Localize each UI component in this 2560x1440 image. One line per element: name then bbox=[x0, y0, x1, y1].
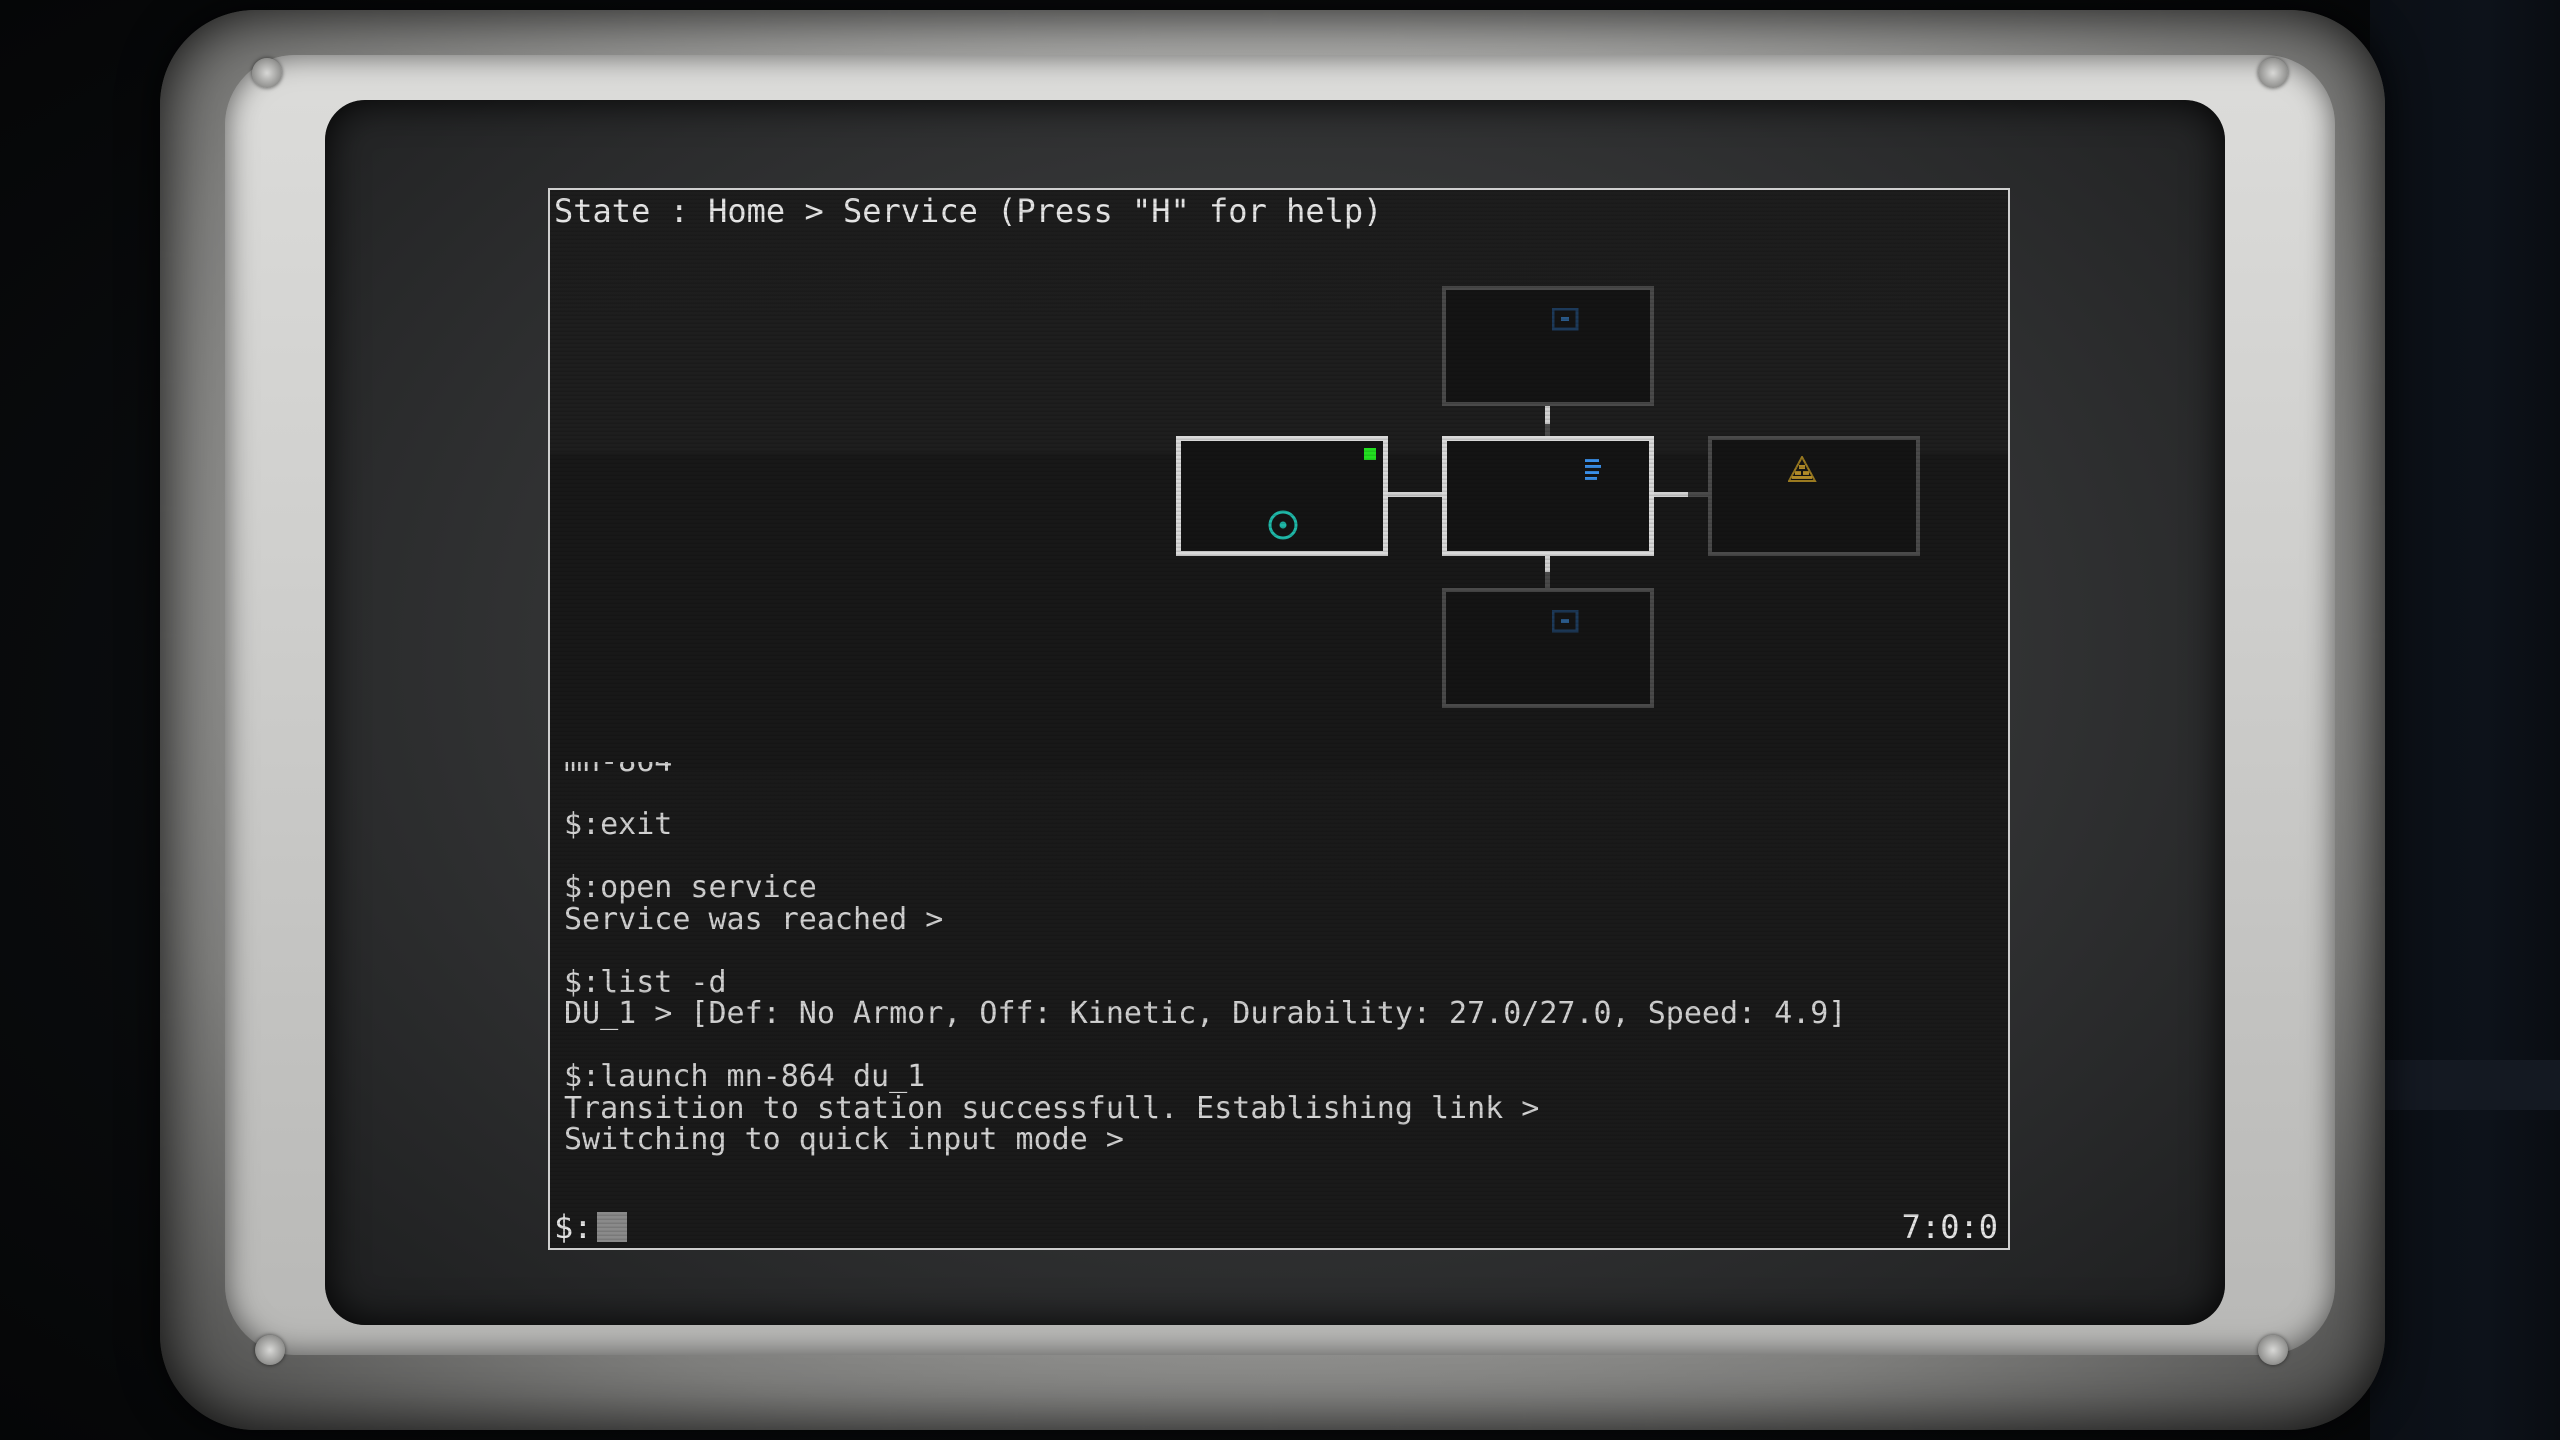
map-room-west[interactable] bbox=[1176, 436, 1388, 556]
dim-screen-icon bbox=[1552, 308, 1579, 331]
hazard-triangle-icon bbox=[1788, 456, 1817, 482]
map-connector bbox=[1388, 492, 1442, 497]
log-line: mn-864 bbox=[564, 762, 1984, 778]
target-icon bbox=[1268, 510, 1298, 540]
station-map bbox=[550, 190, 2008, 770]
log-line: Switching to quick input mode > bbox=[564, 1122, 1124, 1157]
map-room-center[interactable] bbox=[1442, 436, 1654, 556]
log-line: DU_1 > [Def: No Armor, Off: Kinetic, Dur… bbox=[564, 996, 1847, 1031]
map-room-east[interactable] bbox=[1708, 436, 1920, 556]
screw-icon bbox=[2258, 58, 2288, 88]
text-cursor bbox=[596, 1212, 627, 1242]
log-line: Transition to station successfull. Estab… bbox=[564, 1090, 1540, 1126]
log-line: Service was reached > bbox=[564, 901, 944, 937]
map-room-north[interactable] bbox=[1442, 286, 1654, 406]
map-room-south[interactable] bbox=[1442, 588, 1654, 708]
map-connector bbox=[1688, 492, 1708, 497]
terminal-lines-icon bbox=[1585, 459, 1601, 480]
screw-icon bbox=[2258, 1335, 2288, 1365]
log-line: $:open service bbox=[564, 870, 817, 905]
console-log: mn-864 $:exit $:open service Service was… bbox=[564, 762, 1984, 1192]
state-breadcrumb: State : Home > Service (Press "H" for he… bbox=[554, 192, 1383, 230]
terminal-screen[interactable]: State : Home > Service (Press "H" for he… bbox=[548, 188, 2010, 1250]
screw-icon bbox=[255, 1335, 285, 1365]
game-scene: State : Home > Service (Press "H" for he… bbox=[0, 0, 2560, 1440]
command-input[interactable]: $: bbox=[554, 1208, 627, 1246]
map-connector bbox=[1654, 492, 1688, 497]
prompt-symbol: $: bbox=[554, 1208, 593, 1246]
background-wall bbox=[2370, 0, 2560, 1440]
dim-screen-icon bbox=[1552, 610, 1579, 633]
green-square-icon bbox=[1364, 448, 1376, 460]
log-line: $:exit bbox=[564, 807, 673, 842]
map-connector bbox=[1545, 406, 1550, 424]
map-connector bbox=[1545, 572, 1550, 588]
log-line: $:launch mn-864 du_1 bbox=[564, 1059, 926, 1094]
map-connector bbox=[1545, 556, 1550, 572]
log-line: $:list -d bbox=[564, 964, 727, 1000]
background-pipe bbox=[2380, 1060, 2560, 1110]
map-connector bbox=[1545, 424, 1550, 436]
game-clock: 7:0:0 bbox=[1901, 1208, 1998, 1246]
screw-icon bbox=[252, 58, 282, 88]
